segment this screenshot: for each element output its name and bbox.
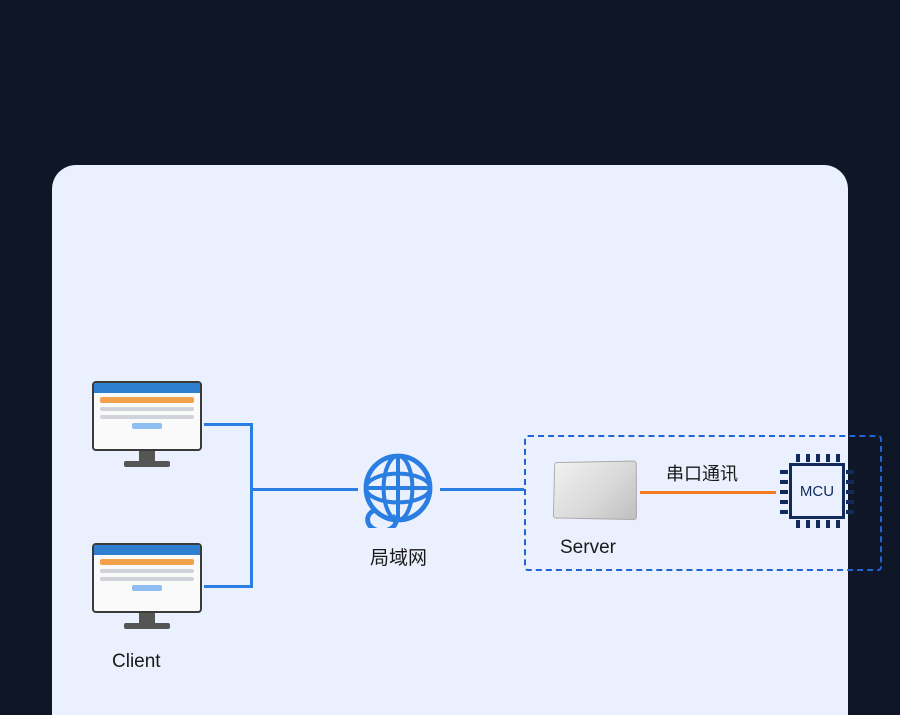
client-monitor-1 [92, 381, 202, 473]
lan-label: 局域网 [370, 543, 427, 570]
mcu-chip-label: MCU [789, 463, 845, 519]
mcu-chip-icon: MCU [778, 452, 856, 530]
monitor-screen [92, 381, 202, 451]
server-module-icon [553, 461, 637, 521]
connector-line [204, 423, 252, 426]
connector-line [250, 488, 358, 491]
client-monitor-2 [92, 543, 202, 635]
monitor-screen [92, 543, 202, 613]
connector-line [204, 585, 252, 588]
connector-line [250, 423, 253, 588]
server-label: Server [560, 537, 616, 559]
serial-link-label: 串口通讯 [666, 460, 738, 486]
connector-line [440, 488, 524, 491]
globe-icon [358, 448, 438, 528]
client-label: Client [112, 651, 161, 673]
serial-connector-line [640, 491, 776, 494]
diagram-card: Client 局域网 Server 串口通讯 MCU [52, 165, 848, 715]
